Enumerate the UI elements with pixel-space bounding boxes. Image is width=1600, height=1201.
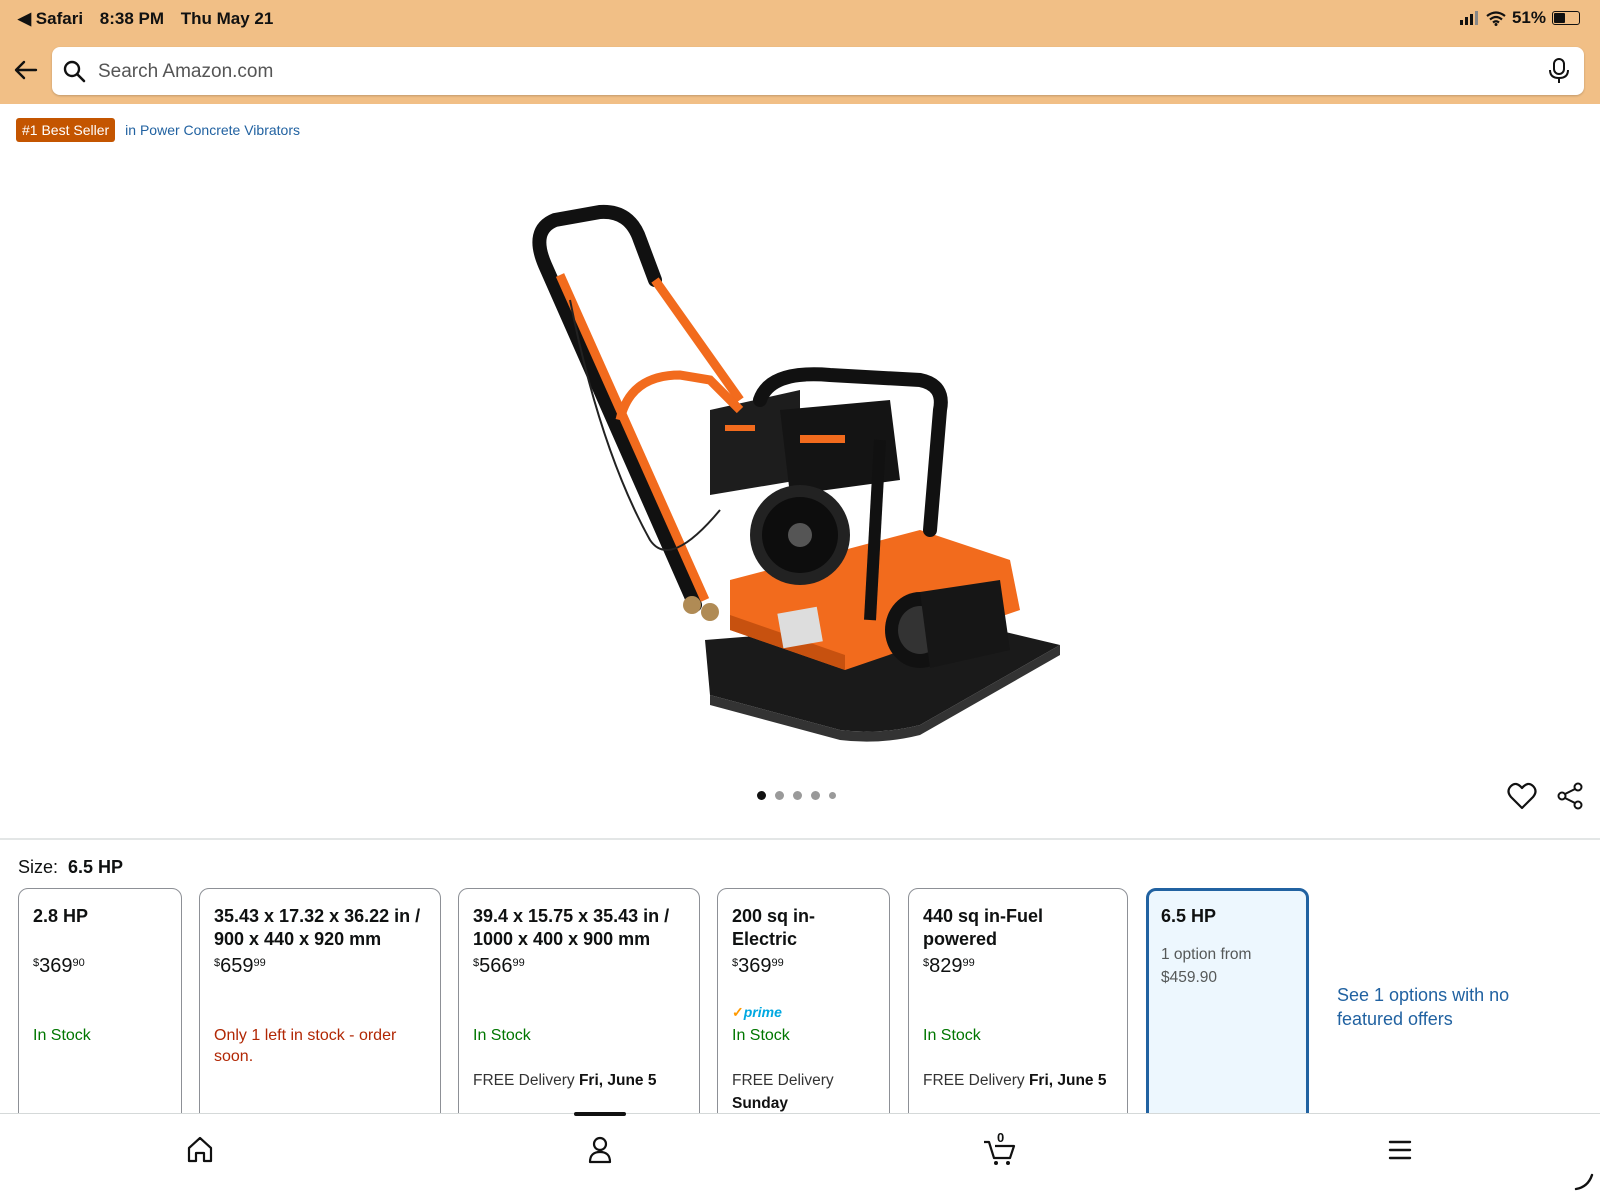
prime-check-icon: ✓ bbox=[732, 1004, 744, 1020]
best-seller-badge: #1 Best Seller bbox=[16, 118, 116, 142]
size-option-stock: In Stock bbox=[33, 1027, 91, 1044]
see-options-link[interactable]: See 1 options with no featured offers bbox=[1337, 983, 1517, 1031]
size-option-offer: 1 option from $459.90 bbox=[1161, 946, 1252, 986]
carousel-dot[interactable] bbox=[793, 791, 802, 800]
size-option-title: 39.4 x 15.75 x 35.43 in / 1000 x 400 x 9… bbox=[473, 906, 670, 949]
size-option-price: $56699 bbox=[473, 955, 525, 977]
size-selected-value: 6.5 HP bbox=[68, 857, 124, 877]
size-option-stock: In Stock bbox=[923, 1027, 981, 1044]
resize-handle-icon bbox=[1574, 1173, 1594, 1191]
size-option-card[interactable]: 2.8 HP $36990 In Stock bbox=[18, 888, 182, 1128]
best-seller-category-link[interactable]: in Power Concrete Vibrators bbox=[125, 122, 300, 138]
size-option-price: $65999 bbox=[214, 955, 266, 977]
size-label: Size: 6.5 HP bbox=[18, 857, 123, 878]
size-option-stock: In Stock bbox=[473, 1027, 531, 1044]
status-bar: ◀ Safari 8:38 PM Thu May 21 51% bbox=[0, 0, 1600, 40]
search-box[interactable] bbox=[52, 47, 1584, 95]
size-option-price: $36990 bbox=[33, 955, 85, 977]
size-option-delivery: FREE Delivery Fri, June 5 bbox=[923, 1072, 1107, 1089]
search-input[interactable] bbox=[96, 51, 1520, 93]
size-option-delivery: FREE Delivery Sunday bbox=[732, 1072, 834, 1112]
bottom-nav-bar: 0 bbox=[0, 1112, 1600, 1201]
search-icon bbox=[63, 60, 86, 83]
cart-button[interactable]: 0 bbox=[980, 1130, 1020, 1170]
carousel-dot[interactable] bbox=[757, 791, 766, 800]
signal-icon bbox=[1459, 11, 1478, 25]
size-option-title: 6.5 HP bbox=[1161, 906, 1217, 926]
status-time: 8:38 PM bbox=[99, 9, 165, 28]
menu-icon[interactable] bbox=[1380, 1130, 1420, 1170]
wifi-icon bbox=[1486, 10, 1506, 26]
status-right: 51% bbox=[1459, 8, 1580, 28]
account-icon[interactable] bbox=[580, 1130, 620, 1170]
image-carousel-dots[interactable] bbox=[757, 791, 836, 800]
product-title-cutoff bbox=[17, 92, 1577, 106]
size-option-stock: In Stock bbox=[732, 1027, 790, 1044]
best-seller-row: #1 Best Seller in Power Concrete Vibrato… bbox=[16, 118, 300, 142]
size-option-stock: Only 1 left in stock - order soon. bbox=[214, 1027, 397, 1065]
cart-count: 0 bbox=[997, 1130, 1005, 1145]
product-image[interactable] bbox=[500, 150, 1100, 750]
carousel-dot[interactable] bbox=[775, 791, 784, 800]
home-icon[interactable] bbox=[180, 1130, 220, 1170]
size-option-card-selected[interactable]: 6.5 HP 1 option from $459.90 bbox=[1146, 888, 1309, 1128]
size-option-title: 35.43 x 17.32 x 36.22 in / 900 x 440 x 9… bbox=[214, 906, 421, 949]
status-left: ◀ Safari 8:38 PM Thu May 21 bbox=[18, 9, 285, 29]
size-option-price: $36999 bbox=[732, 955, 784, 977]
carousel-dot[interactable] bbox=[811, 791, 820, 800]
size-label-text: Size: bbox=[18, 857, 59, 877]
share-icon[interactable] bbox=[1556, 782, 1584, 810]
heart-icon[interactable] bbox=[1507, 782, 1537, 810]
size-option-card[interactable]: 440 sq in-Fuel powered $82999 In Stock F… bbox=[908, 888, 1128, 1128]
battery-icon bbox=[1552, 11, 1580, 25]
size-option-title: 440 sq in-Fuel powered bbox=[923, 906, 1044, 949]
prime-badge: ✓prime bbox=[732, 1004, 782, 1020]
status-date: Thu May 21 bbox=[180, 9, 274, 28]
back-to-app-link[interactable]: ◀ Safari bbox=[18, 9, 83, 28]
active-tab-indicator bbox=[574, 1112, 626, 1116]
size-option-card[interactable]: 35.43 x 17.32 x 36.22 in / 900 x 440 x 9… bbox=[199, 888, 441, 1128]
section-divider bbox=[0, 838, 1600, 840]
carousel-dot[interactable] bbox=[829, 792, 836, 799]
microphone-icon[interactable] bbox=[1548, 58, 1570, 84]
size-option-title: 2.8 HP bbox=[33, 906, 89, 926]
size-option-delivery: FREE Delivery Fri, June 5 bbox=[473, 1072, 657, 1089]
size-option-card[interactable]: 39.4 x 15.75 x 35.43 in / 1000 x 400 x 9… bbox=[458, 888, 700, 1128]
size-option-title: 200 sq in-Electric bbox=[732, 906, 816, 949]
size-option-price: $82999 bbox=[923, 955, 975, 977]
back-arrow-icon[interactable] bbox=[10, 54, 42, 86]
battery-percent: 51% bbox=[1511, 8, 1546, 27]
size-option-card[interactable]: 200 sq in-Electric $36999 ✓prime In Stoc… bbox=[717, 888, 890, 1128]
